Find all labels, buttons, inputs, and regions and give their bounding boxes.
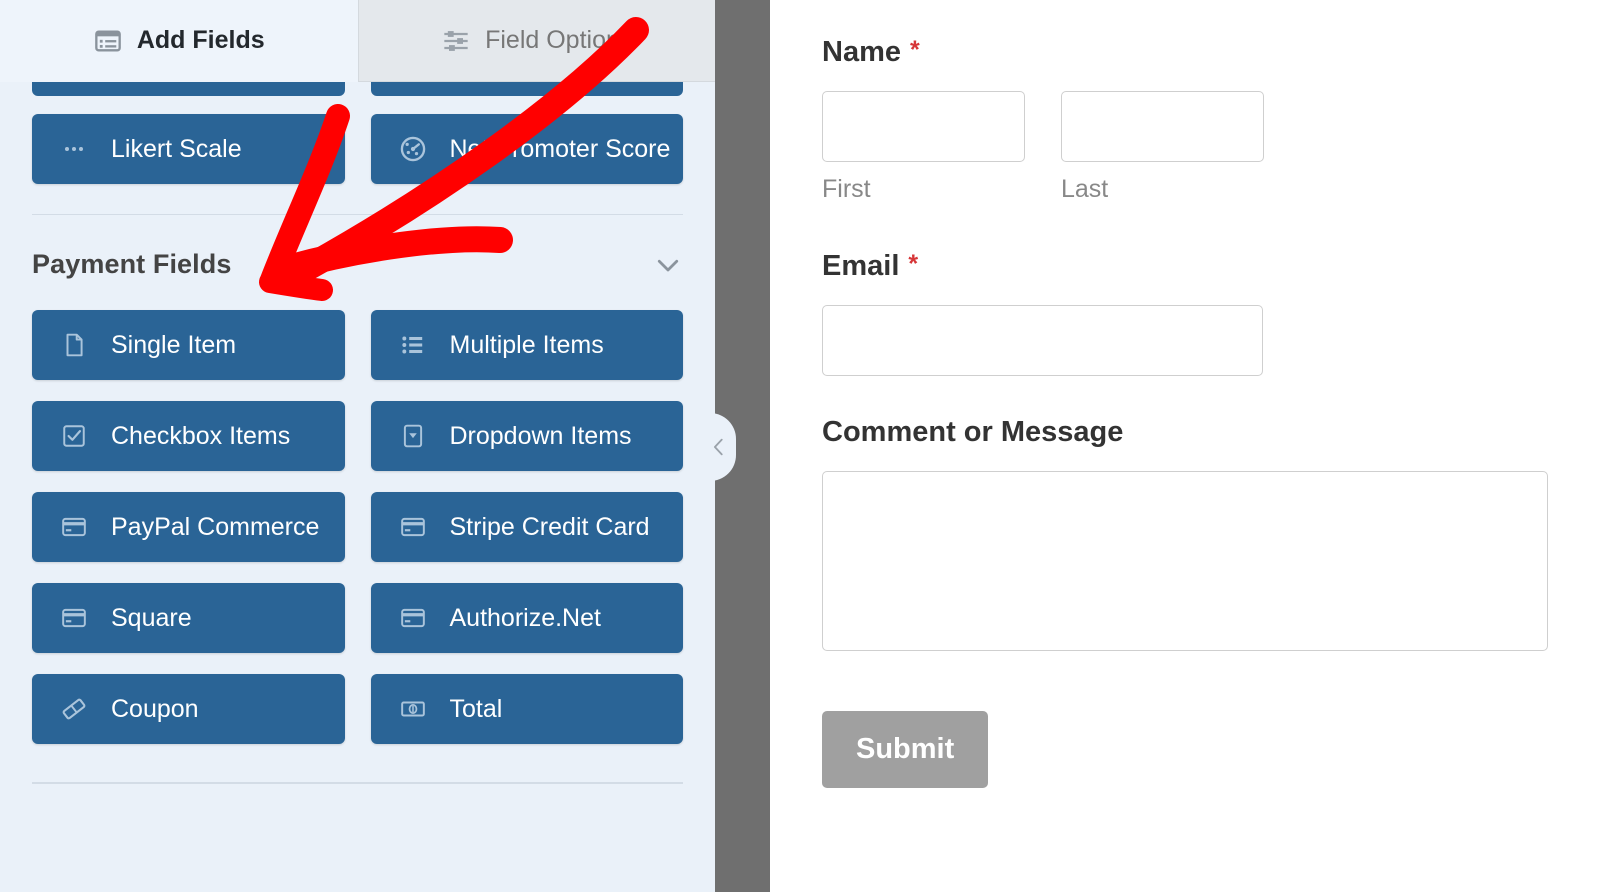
field-button-multiple-items[interactable]: Multiple Items xyxy=(370,310,683,380)
form-preview-panel: Name * First Last Email * Comment or Mes… xyxy=(770,0,1600,892)
tab-add-fields-label: Add Fields xyxy=(136,26,265,54)
required-marker: * xyxy=(908,250,919,278)
payment-fields-title: Payment Fields xyxy=(32,249,232,279)
first-name-input[interactable] xyxy=(822,91,1025,162)
section-divider-bottom xyxy=(32,782,683,784)
tab-add-fields[interactable]: Add Fields xyxy=(0,0,358,82)
field-button-label: Stripe Credit Card xyxy=(449,512,650,541)
submit-button[interactable]: Submit xyxy=(822,711,989,788)
chevron-left-icon xyxy=(708,436,730,458)
chevron-down-icon[interactable] xyxy=(653,250,683,280)
last-name-sublabel: Last xyxy=(1061,175,1109,203)
field-label-text: Name xyxy=(822,36,901,68)
field-button-label: Multiple Items xyxy=(449,330,604,359)
standard-fields-partial-grid: Likert Scale Net Promoter Score xyxy=(32,114,683,184)
field-button-square[interactable]: Square xyxy=(32,583,345,653)
builder-tab-bar: Add Fields Field Options xyxy=(0,0,715,82)
list-bullets-icon xyxy=(398,330,428,360)
preview-field-email[interactable]: Email * xyxy=(822,250,1548,376)
name-subfield-row: First Last xyxy=(822,91,1548,204)
field-button-paypal-commerce[interactable]: PayPal Commerce xyxy=(32,492,345,562)
credit-card-icon xyxy=(59,603,89,633)
payment-fields-section-header[interactable]: Payment Fields xyxy=(32,215,683,310)
field-button-dropdown-items[interactable]: Dropdown Items xyxy=(370,401,683,471)
field-label-text: Comment or Message xyxy=(822,416,1124,448)
field-button-stripe-credit-card[interactable]: Stripe Credit Card xyxy=(370,492,683,562)
clipped-field-button xyxy=(32,82,345,96)
field-button-label: Net Promoter Score xyxy=(449,134,671,163)
field-button-authorize-net[interactable]: Authorize.Net xyxy=(370,583,683,653)
gauge-icon xyxy=(398,134,428,164)
tab-field-options-label: Field Options xyxy=(485,26,633,54)
field-button-label: Likert Scale xyxy=(111,134,242,163)
field-button-total[interactable]: Total xyxy=(370,674,683,744)
clipped-field-row xyxy=(32,82,683,96)
email-input[interactable] xyxy=(822,305,1263,376)
clipped-field-button xyxy=(370,82,683,96)
field-button-likert-scale[interactable]: Likert Scale xyxy=(32,114,345,184)
dropdown-icon xyxy=(398,421,428,451)
banknote-icon xyxy=(398,694,428,724)
last-name-input[interactable] xyxy=(1061,91,1264,162)
name-subfield-first: First xyxy=(822,91,1025,204)
name-subfield-last: Last xyxy=(1061,91,1264,204)
credit-card-icon xyxy=(398,603,428,633)
list-panel-icon xyxy=(93,26,123,56)
field-button-label: Authorize.Net xyxy=(449,603,601,632)
field-button-label: Total xyxy=(449,694,503,723)
required-marker: * xyxy=(910,36,920,64)
credit-card-icon xyxy=(59,512,89,542)
payment-fields-grid: Single Item Multiple Items Checkbox Item… xyxy=(32,310,683,744)
field-button-net-promoter-score[interactable]: Net Promoter Score xyxy=(370,114,683,184)
fields-scroll-area[interactable]: Likert Scale Net Promoter Score Payment … xyxy=(0,82,715,892)
field-builder-panel: Add Fields Field Options Likert Scale Ne… xyxy=(0,0,715,892)
field-button-label: Single Item xyxy=(111,330,237,359)
dots-icon xyxy=(59,134,89,164)
file-icon xyxy=(59,330,89,360)
form-builder-screen: Add Fields Field Options Likert Scale Ne… xyxy=(0,0,1600,892)
coupon-ticket-icon xyxy=(59,694,89,724)
first-name-sublabel: First xyxy=(822,175,871,203)
preview-field-comment[interactable]: Comment or Message xyxy=(822,416,1548,651)
panel-gutter xyxy=(688,0,770,892)
field-button-label: Coupon xyxy=(111,694,199,723)
field-button-label: Dropdown Items xyxy=(449,421,632,450)
field-button-coupon[interactable]: Coupon xyxy=(32,674,345,744)
sliders-icon xyxy=(441,26,471,56)
credit-card-icon xyxy=(398,512,428,542)
field-label-name: Name * xyxy=(822,36,1548,69)
field-button-single-item[interactable]: Single Item xyxy=(32,310,345,380)
field-button-label: Checkbox Items xyxy=(111,421,291,450)
field-button-label: Square xyxy=(111,603,192,632)
field-button-label: PayPal Commerce xyxy=(111,512,320,541)
comment-textarea[interactable] xyxy=(822,471,1548,651)
preview-field-name[interactable]: Name * First Last xyxy=(822,36,1548,204)
field-label-email: Email * xyxy=(822,250,1548,283)
field-button-checkbox-items[interactable]: Checkbox Items xyxy=(32,401,345,471)
field-label-comment: Comment or Message xyxy=(822,416,1548,449)
tab-field-options[interactable]: Field Options xyxy=(357,0,715,82)
checkbox-checked-icon xyxy=(59,421,89,451)
field-label-text: Email xyxy=(822,250,900,282)
collapse-panel-button[interactable] xyxy=(688,413,736,481)
